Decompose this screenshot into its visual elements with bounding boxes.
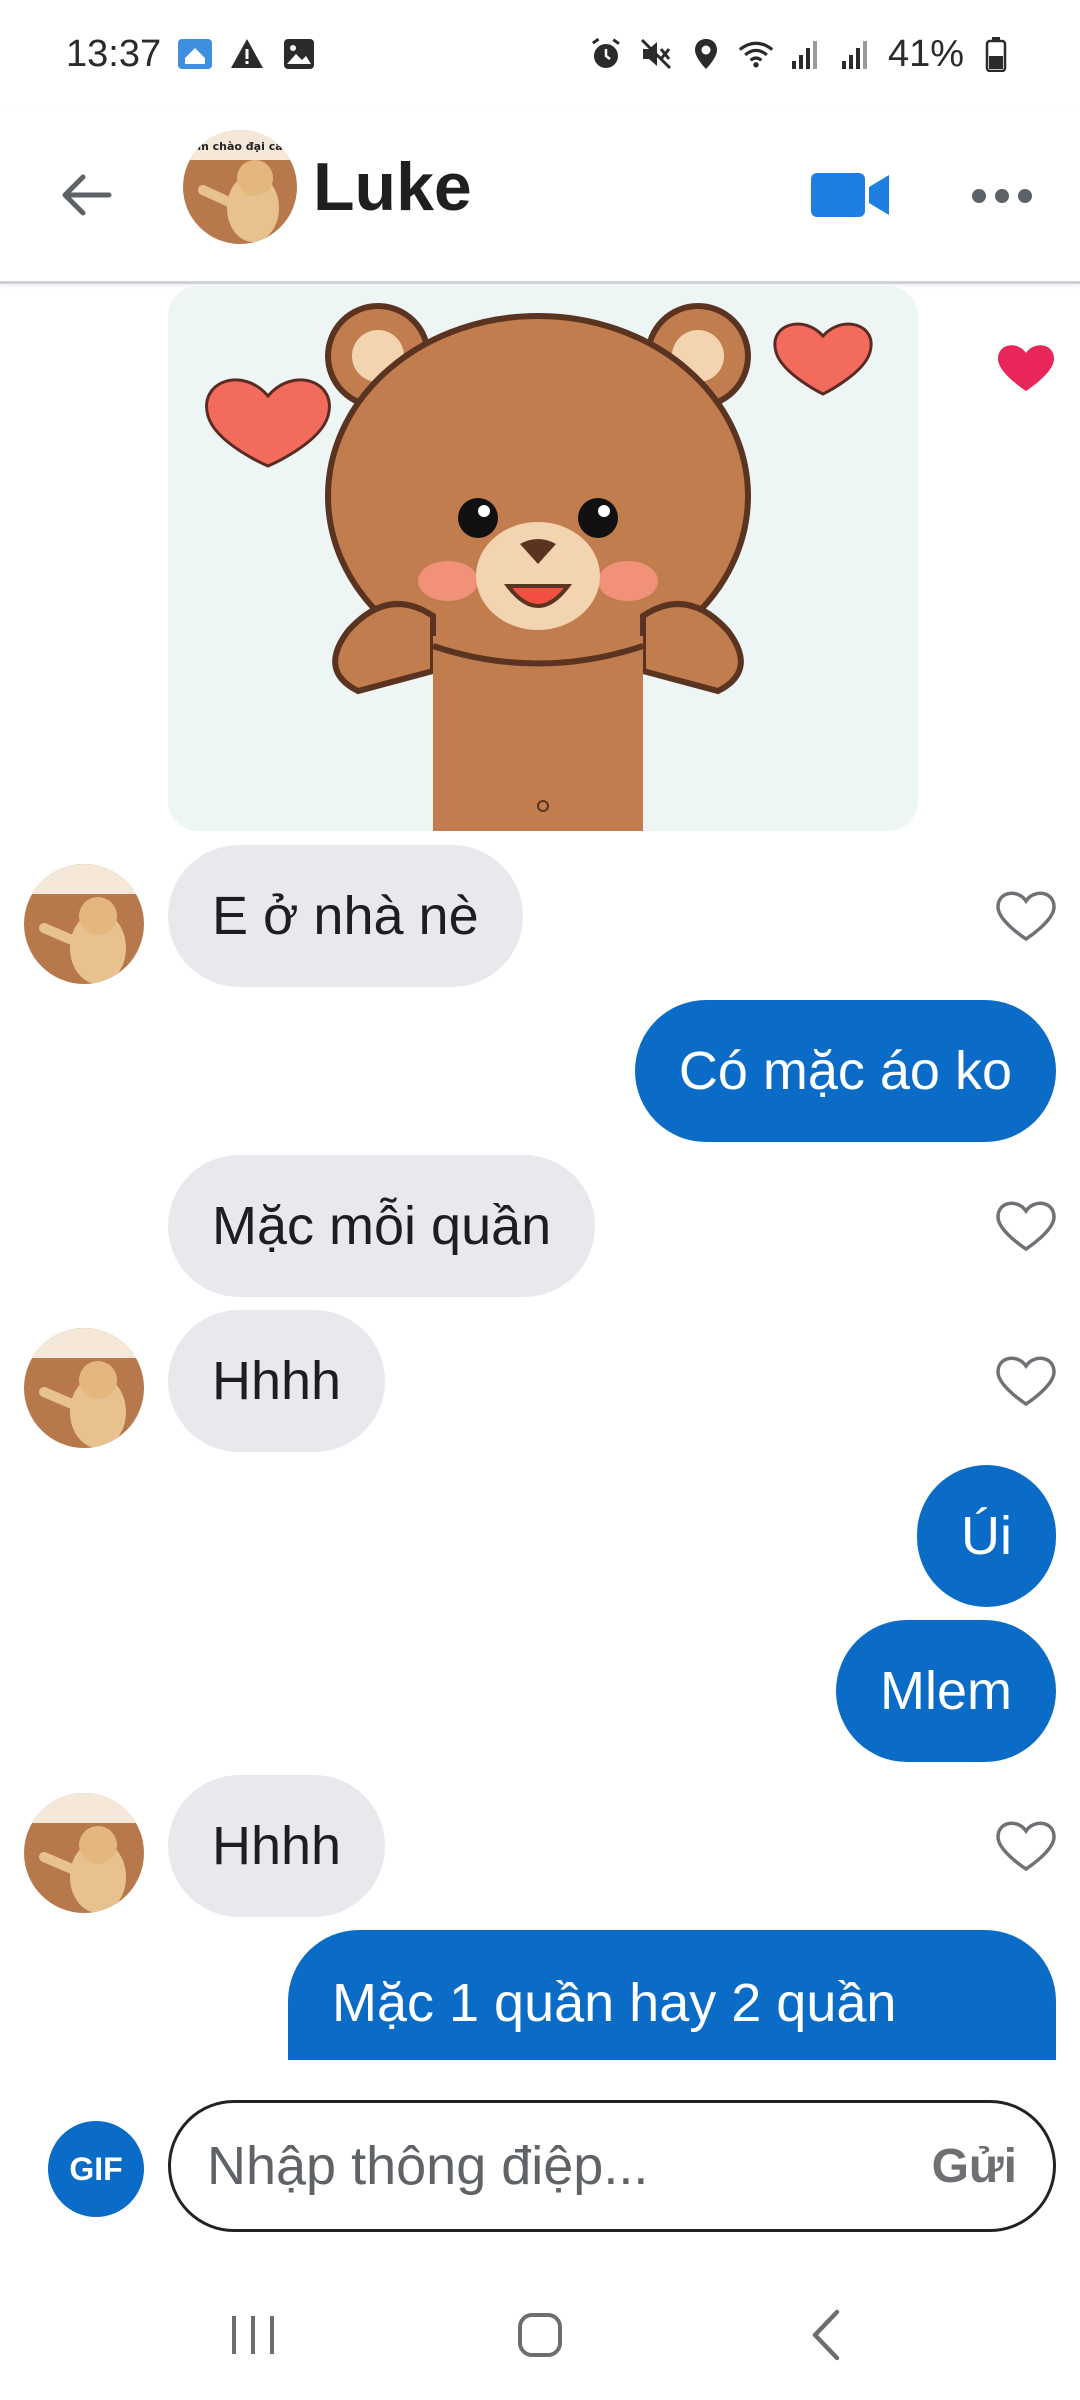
message-composer: GIF Gửi — [0, 2060, 1080, 2270]
image-icon — [281, 36, 317, 72]
contact-avatar[interactable]: m chào đại ca — [183, 130, 297, 244]
heart-filled-icon — [998, 345, 1054, 391]
more-horizontal-icon — [972, 189, 1032, 203]
location-icon — [688, 36, 724, 72]
message-bubble-outgoing[interactable]: Mlem — [836, 1620, 1056, 1762]
heart-icon — [205, 378, 331, 468]
message-bubble-incoming[interactable]: Mặc mỗi quần — [168, 1155, 596, 1297]
wifi-icon — [738, 36, 774, 72]
message-bubble-outgoing[interactable]: Mặc 1 quần hay 2 quần — [288, 1930, 1056, 2060]
battery-icon — [978, 36, 1014, 72]
message-list[interactable]: E ở nhà nè Có mặc áo ko Mặc mỗi quần Hhh… — [0, 286, 1080, 2060]
recents-icon — [232, 2316, 275, 2354]
contact-avatar[interactable] — [24, 1793, 144, 1913]
heart-outline-icon — [996, 1201, 1056, 1252]
signal-icon — [838, 36, 874, 72]
message-bubble-outgoing[interactable]: Úi — [917, 1465, 1056, 1607]
back-icon — [812, 2309, 839, 2361]
like-button[interactable] — [994, 338, 1058, 398]
mute-icon — [638, 36, 674, 72]
message-input-wrapper: Gửi — [168, 2100, 1056, 2232]
battery-percent: 41% — [887, 32, 964, 75]
home-button[interactable] — [480, 2285, 600, 2385]
like-button[interactable] — [994, 1351, 1058, 1411]
conversation-header: m chào đại ca Luke — [0, 108, 1080, 284]
contact-name[interactable]: Luke — [313, 148, 472, 226]
contact-avatar[interactable] — [24, 864, 144, 984]
heart-outline-icon — [996, 1356, 1056, 1407]
status-right: 41% — [588, 33, 1014, 76]
send-button[interactable]: Gửi — [932, 2139, 1017, 2194]
more-options-button[interactable] — [966, 166, 1038, 226]
alarm-icon — [588, 36, 624, 72]
home-notification-icon — [177, 36, 213, 72]
gif-button[interactable]: GIF — [48, 2121, 144, 2217]
like-button[interactable] — [994, 886, 1058, 946]
video-camera-icon — [811, 173, 889, 217]
contact-avatar[interactable] — [24, 1328, 144, 1448]
home-icon — [517, 2313, 562, 2357]
status-time: 13:37 — [66, 32, 162, 75]
like-button[interactable] — [994, 1196, 1058, 1256]
video-call-button[interactable] — [808, 160, 894, 230]
heart-outline-icon — [996, 1821, 1056, 1872]
heart-outline-icon — [996, 891, 1056, 942]
recents-button[interactable] — [193, 2285, 313, 2385]
message-bubble-incoming[interactable]: Hhhh — [168, 1775, 386, 1917]
back-nav-button[interactable] — [767, 2285, 887, 2385]
warning-icon — [229, 36, 265, 72]
status-bar: 13:37 41% — [0, 0, 1080, 108]
like-button[interactable] — [994, 1816, 1058, 1876]
message-bubble-outgoing[interactable]: Có mặc áo ko — [634, 1000, 1056, 1142]
message-input[interactable] — [207, 2135, 916, 2197]
back-button[interactable] — [50, 160, 120, 230]
arrow-left-icon — [62, 174, 112, 216]
message-bubble-incoming[interactable]: E ở nhà nè — [168, 845, 523, 987]
message-bubble-incoming[interactable]: Hhhh — [168, 1310, 386, 1452]
status-left: 13:37 — [66, 33, 317, 76]
system-navigation-bar — [0, 2270, 1080, 2400]
avatar-caption: m chào đại ca — [197, 140, 282, 153]
signal-icon — [788, 36, 824, 72]
heart-icon — [773, 322, 873, 396]
bear-hearts-sticker[interactable] — [168, 286, 918, 831]
